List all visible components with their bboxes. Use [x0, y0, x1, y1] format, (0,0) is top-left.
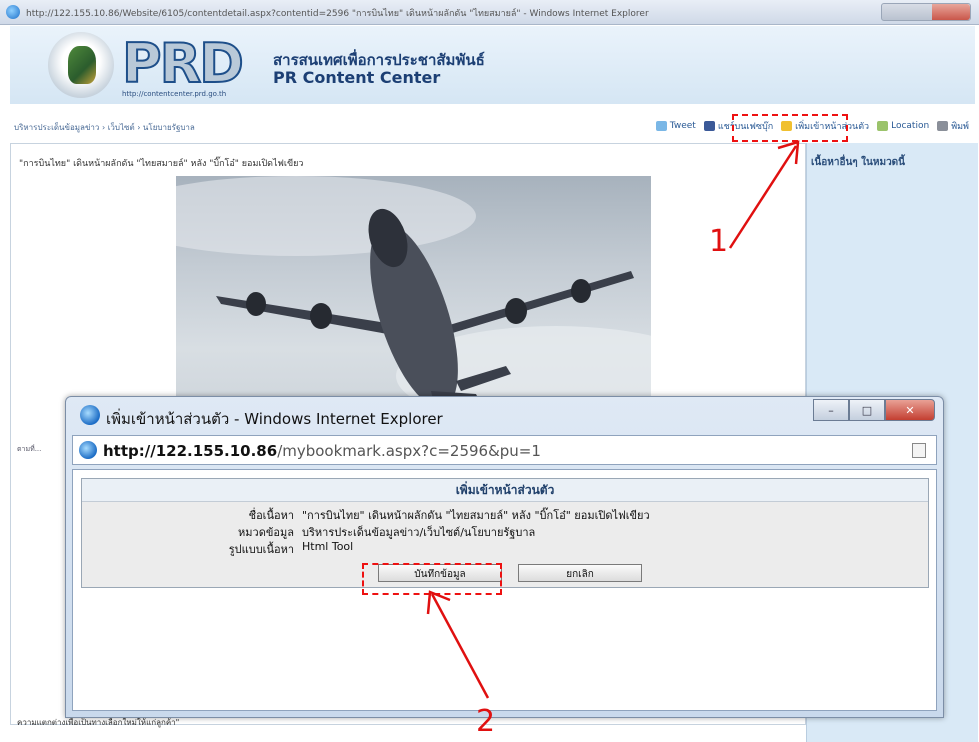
minimize-button[interactable]: –	[813, 399, 849, 421]
annotation-arrow-2	[426, 590, 490, 699]
content-type-label: รูปแบบเนื้อหา	[228, 543, 294, 556]
site-logo[interactable]	[48, 32, 114, 98]
content-type-value: Html Tool	[302, 540, 354, 553]
location-icon	[877, 121, 889, 131]
dialog-window-controls: – □ ✕	[813, 399, 935, 421]
address-url: http://122.155.10.86/mybookmark.aspx?c=2…	[103, 442, 541, 460]
page-report-icon[interactable]	[912, 443, 926, 458]
window-controls[interactable]	[881, 3, 971, 21]
cancel-button[interactable]: ยกเลิก	[518, 564, 642, 582]
mascot-icon	[68, 46, 96, 84]
printer-icon	[937, 121, 949, 131]
form-heading: เพิ่มเข้าหน้าส่วนตัว	[82, 479, 928, 502]
background-window-title: http://122.155.10.86/Website/6105/conten…	[26, 9, 649, 19]
airplane-image	[176, 176, 651, 406]
ie-page-icon	[79, 441, 97, 459]
article-photo	[176, 176, 651, 406]
form-row-content-name: ชื่อเนื้อหา "การบินไทย" เดินหน้าผลักดัน …	[82, 504, 928, 522]
location-button[interactable]: Location	[877, 121, 929, 131]
close-button[interactable]: ✕	[885, 399, 935, 421]
form-button-row: บันทึกข้อมูล ยกเลิก	[82, 564, 928, 584]
article-text-fragment: ตามที่...	[17, 445, 42, 453]
print-button[interactable]: พิมพ์	[937, 119, 969, 133]
prd-logo-text: PRD	[121, 32, 245, 95]
form-row-content-type: รูปแบบเนื้อหา Html Tool	[82, 538, 928, 556]
location-label: Location	[891, 121, 930, 131]
bookmark-dialog: เพิ่มเข้าหน้าส่วนตัว - Windows Internet …	[65, 396, 944, 718]
site-header: PRD http://contentcenter.prd.go.th สารสน…	[10, 26, 975, 104]
logo-url: http://contentcenter.prd.go.th	[122, 90, 227, 98]
address-bar[interactable]: http://122.155.10.86/mybookmark.aspx?c=2…	[72, 435, 937, 465]
article-title: "การบินไทย" เดินหน้าผลักดัน "ไทยสมายล์" …	[19, 159, 304, 169]
address-host: http://122.155.10.86	[103, 442, 278, 460]
maximize-button[interactable]: □	[849, 399, 885, 421]
ie-logo-icon	[80, 405, 100, 425]
print-label: พิมพ์	[951, 122, 969, 132]
sidebar-title: เนื้อหาอื่นๆ ในหมวดนี้	[811, 157, 906, 168]
annotation-number-1: 1	[709, 224, 729, 259]
site-title-en: PR Content Center	[273, 68, 441, 87]
twitter-icon	[655, 121, 667, 131]
address-path: /mybookmark.aspx?c=2596&pu=1	[277, 442, 541, 460]
background-window-titlebar: http://122.155.10.86/Website/6105/conten…	[0, 0, 979, 25]
close-icon[interactable]	[932, 4, 970, 20]
bookmark-form: เพิ่มเข้าหน้าส่วนตัว ชื่อเนื้อหา "การบิน…	[81, 478, 929, 588]
tweet-button[interactable]: Tweet	[655, 121, 696, 131]
dialog-body: เพิ่มเข้าหน้าส่วนตัว ชื่อเนื้อหา "การบิน…	[72, 469, 937, 711]
ie-logo-icon	[6, 5, 20, 19]
tweet-label: Tweet	[669, 121, 696, 131]
annotation-number-2: 2	[476, 704, 496, 739]
dialog-title: เพิ่มเข้าหน้าส่วนตัว - Windows Internet …	[106, 410, 443, 428]
form-row-category: หมวดข้อมูล บริหารประเด็นข้อมูลข่าว/เว็บไ…	[82, 521, 928, 539]
breadcrumb[interactable]: บริหารประเด็นข้อมูลข่าว › เว็บไซต์ › นโย…	[14, 121, 195, 134]
